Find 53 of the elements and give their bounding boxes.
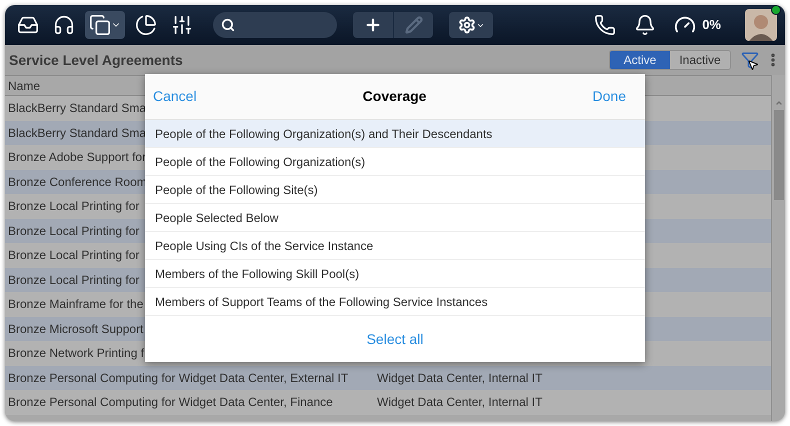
documents-icon	[89, 14, 111, 36]
filter-tab[interactable]: Inactive	[670, 51, 730, 69]
scrollbar[interactable]	[771, 75, 785, 421]
table-cell: Bronze Personal Computing for Widget Data Center, Finance	[8, 395, 333, 410]
table-cell: Bronze Local Printing for	[8, 199, 140, 214]
table-row[interactable]: Bronze Personal Computing for Widget Data Center, Finance Widget Data Center, Internal IT	[5, 390, 771, 414]
search-icon	[221, 18, 235, 32]
settings-icon	[458, 16, 476, 34]
table-cell: Bronze Mainframe for the	[8, 297, 144, 312]
filter-icon	[741, 51, 759, 69]
scroll-thumb[interactable]	[774, 110, 784, 200]
popup-title: Coverage	[362, 87, 428, 106]
pie-chart-icon	[135, 14, 157, 36]
column-header[interactable]: Name	[8, 76, 40, 94]
page-title: Service Level Agreements	[9, 50, 183, 70]
table-row[interactable]: Bronze Personal Computing for Widget Data Center, External IT Widget Data Center, Internal IT	[5, 366, 771, 390]
plus-icon	[364, 16, 382, 34]
sliders-icon	[171, 14, 193, 36]
coverage-option[interactable]: People of the Following Organization(s) and Their Descendants	[145, 120, 645, 148]
done-button[interactable]: Done	[592, 86, 626, 107]
table-cell: Bronze Local Printing for	[8, 224, 140, 238]
coverage-option[interactable]: People Using CIs of the Service Instance	[145, 232, 645, 260]
table-cell: Bronze Personal Computing for Widget Data Center, External IT	[8, 370, 348, 385]
table-cell: Bronze Network Printing f	[8, 346, 144, 360]
pencil-icon	[404, 16, 422, 34]
table-cell: Bronze Local Printing for	[8, 272, 140, 287]
add-button[interactable]	[353, 12, 393, 38]
table-cell: Bronze Microsoft Support	[8, 322, 144, 336]
table-cell: Bronze Local Printing for	[8, 248, 140, 262]
table-cell: Bronze Adobe Support for	[8, 150, 146, 164]
select-all-button[interactable]: Select all	[366, 328, 424, 350]
table-cell-text: Widget Data Center, Internal IT	[377, 394, 542, 412]
coverage-option[interactable]: People Selected Below	[145, 204, 645, 232]
scroll-up-icon	[774, 99, 782, 107]
table-cell-text: Widget Data Center, Internal IT	[377, 370, 542, 387]
settings-button[interactable]	[449, 12, 493, 38]
search-field[interactable]	[213, 12, 337, 38]
table-cell: BlackBerry Standard Sma	[8, 126, 146, 140]
table-cell: BlackBerry Standard Sma	[8, 101, 146, 116]
progress-text: 0%	[702, 16, 721, 34]
headset-icon	[53, 14, 75, 36]
coverage-option[interactable]: People of the Following Organization(s)	[145, 148, 645, 176]
bell-icon	[634, 14, 656, 36]
filter-tab[interactable]: Active	[610, 51, 670, 69]
coverage-option[interactable]: Members of Support Teams of the Following Service Instances	[145, 288, 645, 316]
cancel-button[interactable]: Cancel	[153, 86, 197, 107]
coverage-option[interactable]: Members of the Following Skill Pool(s)	[145, 260, 645, 288]
inbox-icon	[17, 14, 39, 36]
avatar[interactable]	[745, 9, 777, 41]
phone-icon	[594, 14, 616, 36]
cursor-icon	[747, 59, 759, 71]
coverage-option[interactable]: People of the Following Site(s)	[145, 176, 645, 204]
nav-button[interactable]	[85, 11, 125, 39]
